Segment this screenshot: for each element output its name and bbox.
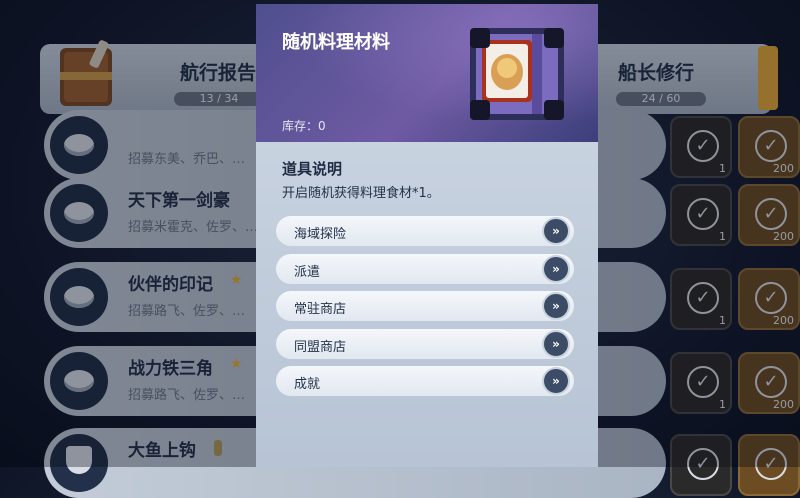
check-icon: ✓ xyxy=(755,282,787,314)
gold-tab-edge xyxy=(758,46,778,110)
row-badge xyxy=(214,440,222,456)
reward-gold[interactable]: ✓ 200 xyxy=(738,184,800,246)
check-icon: ✓ xyxy=(687,366,719,398)
check-icon: ✓ xyxy=(687,448,719,480)
medal-icon xyxy=(50,352,108,410)
book-icon xyxy=(60,40,112,106)
medal-icon xyxy=(50,268,108,326)
double-chevron-right-icon[interactable]: » xyxy=(544,332,568,356)
double-chevron-right-icon[interactable]: » xyxy=(544,369,568,393)
reward-count: 200 xyxy=(773,162,794,175)
row-desc: 招募路飞、佐罗、… xyxy=(128,388,246,403)
reward-item[interactable]: ✓ xyxy=(670,434,732,496)
medal-icon xyxy=(50,116,108,174)
reward-gold[interactable]: ✓ 200 xyxy=(738,268,800,330)
medal-icon xyxy=(50,184,108,242)
row-title: 战力铁三角 xyxy=(128,359,213,379)
item-description-text: 开启随机获得料理食材*1。 xyxy=(282,186,440,201)
tab-voyage-report-label: 航行报告 xyxy=(180,62,257,84)
row-title: 伙伴的印记 xyxy=(128,275,213,295)
tab-captain-training-progress: 24 / 60 xyxy=(616,92,706,106)
tab-voyage-report-progress: 13 / 34 xyxy=(174,92,264,106)
source-label: 常驻商店 xyxy=(294,302,347,317)
trophy-medal xyxy=(50,434,108,492)
source-button-achievement[interactable]: 成就 » xyxy=(276,366,574,396)
trophy-icon xyxy=(66,446,92,474)
item-name: 随机料理材料 xyxy=(282,32,390,53)
source-button-sea-exploration[interactable]: 海域探险 » xyxy=(276,216,574,246)
source-label: 成就 xyxy=(294,377,321,392)
reward-count: 1 xyxy=(719,314,726,327)
reward-count: 200 xyxy=(773,230,794,243)
reward-count: 200 xyxy=(773,398,794,411)
reward-item[interactable]: ✓ 1 xyxy=(670,268,732,330)
source-button-alliance-shop[interactable]: 同盟商店 » xyxy=(276,329,574,359)
reward-count: 200 xyxy=(773,314,794,327)
reward-gold[interactable]: ✓ xyxy=(738,434,800,496)
double-chevron-right-icon[interactable]: » xyxy=(544,294,568,318)
check-icon: ✓ xyxy=(687,130,719,162)
item-detail-panel: 随机料理材料 库存：0 道具说明 开启随机获得料理食材*1。 海域探险 » 派遣… xyxy=(256,4,598,467)
reward-item[interactable]: ✓ 1 xyxy=(670,116,732,178)
check-icon: ✓ xyxy=(755,366,787,398)
star-icon: ★ xyxy=(230,356,243,372)
ingredient-chest-icon xyxy=(470,28,564,120)
reward-count: 1 xyxy=(719,162,726,175)
check-icon: ✓ xyxy=(755,448,787,480)
reward-count: 1 xyxy=(719,230,726,243)
check-icon: ✓ xyxy=(687,198,719,230)
item-description-heading: 道具说明 xyxy=(282,160,343,178)
reward-gold[interactable]: ✓ 200 xyxy=(738,352,800,414)
star-icon: ★ xyxy=(230,272,243,288)
source-label: 同盟商店 xyxy=(294,340,347,355)
row-desc: 招募路飞、佐罗、… xyxy=(128,304,246,319)
double-chevron-right-icon[interactable]: » xyxy=(544,219,568,243)
reward-count: 1 xyxy=(719,398,726,411)
check-icon: ✓ xyxy=(755,198,787,230)
reward-item[interactable]: ✓ 1 xyxy=(670,352,732,414)
check-icon: ✓ xyxy=(687,282,719,314)
source-button-dispatch[interactable]: 派遣 » xyxy=(276,254,574,284)
row-title: 大鱼上钩 xyxy=(128,441,196,461)
item-stock: 库存：0 xyxy=(282,119,326,133)
double-chevron-right-icon[interactable]: » xyxy=(544,257,568,281)
reward-item[interactable]: ✓ 1 xyxy=(670,184,732,246)
row-desc: 招募东美、乔巴、… xyxy=(128,152,246,167)
item-header: 随机料理材料 库存：0 xyxy=(256,4,598,142)
source-label: 派遣 xyxy=(294,265,321,280)
check-icon: ✓ xyxy=(755,130,787,162)
row-desc: 招募米霍克、佐罗、… xyxy=(128,220,259,235)
tab-captain-training-label: 船长修行 xyxy=(618,62,695,84)
source-button-regular-shop[interactable]: 常驻商店 » xyxy=(276,291,574,321)
source-label: 海域探险 xyxy=(294,227,347,242)
row-title: 天下第一剑豪 xyxy=(128,191,230,211)
reward-gold[interactable]: ✓ 200 xyxy=(738,116,800,178)
